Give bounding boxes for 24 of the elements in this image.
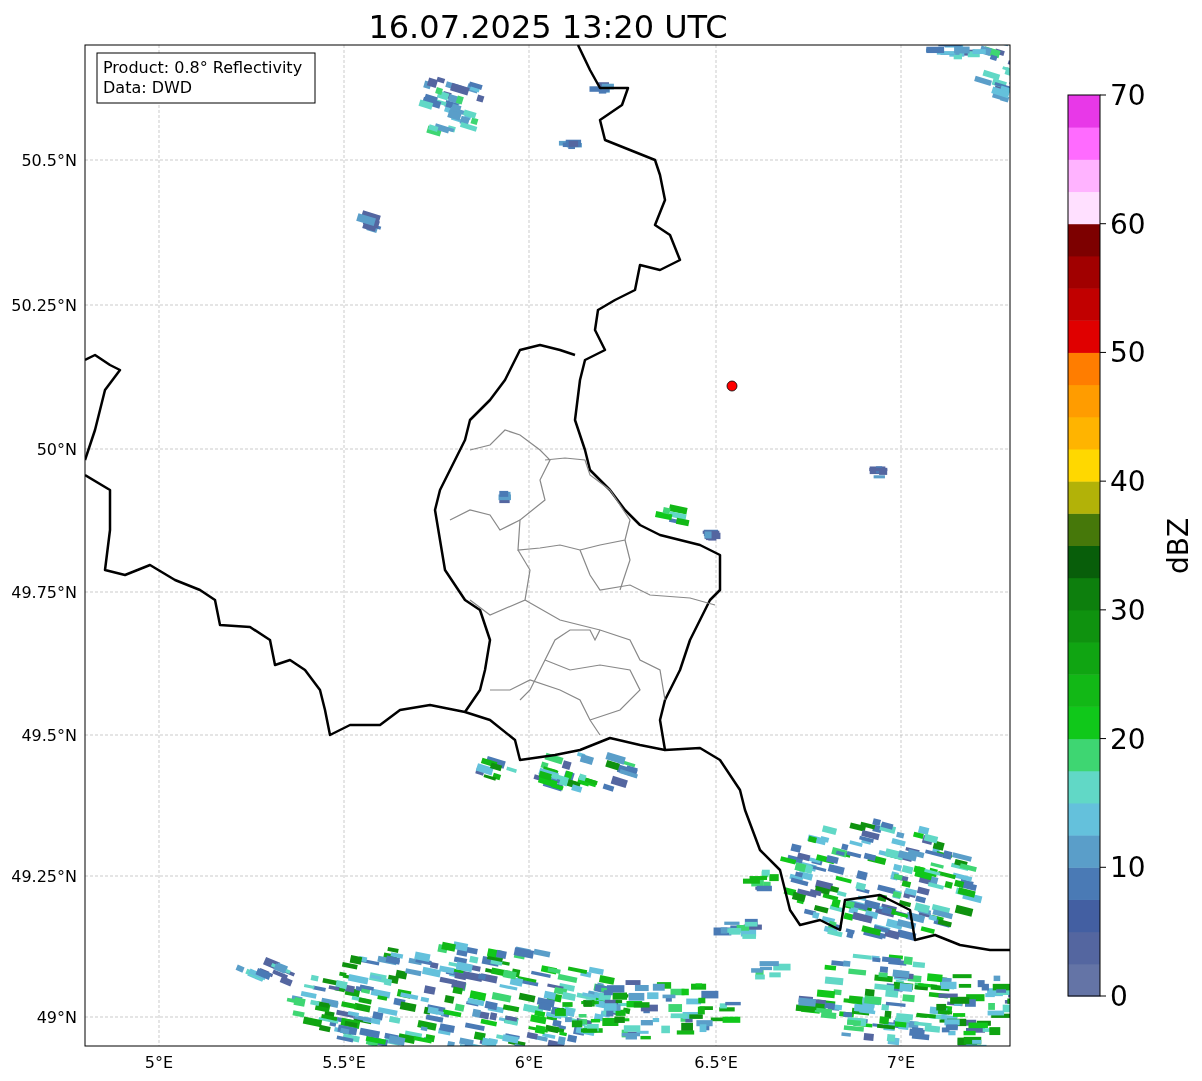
axis-tick-label: 50.25°N: [11, 296, 77, 315]
legend-text: Product: 0.8° Reflectivity: [103, 58, 303, 77]
colorbar-tick-label: 60: [1110, 207, 1146, 241]
colorbar-tick-label: 0: [1110, 980, 1128, 1013]
axis-tick-label: 7°E: [886, 1053, 916, 1072]
axis-tick-label: 49.5°N: [21, 726, 77, 745]
axis-tick-label: 5.5°E: [322, 1053, 366, 1072]
axis-tick-label: 49°N: [36, 1008, 77, 1027]
legend-text: Data: DWD: [103, 78, 193, 97]
axis-tick-label: 49.25°N: [11, 867, 77, 886]
axis-tick-label: 49.75°N: [11, 583, 77, 602]
chart-title: 16.07.2025 13:20 UTC: [368, 8, 728, 46]
axis-tick-label: 6.5°E: [694, 1053, 738, 1072]
colorbar-label: dBZ: [1162, 517, 1195, 575]
axis-tick-label: 50°N: [36, 440, 77, 459]
colorbar-tick-label: 10: [1110, 851, 1146, 885]
axis-tick-label: 5°E: [144, 1053, 174, 1072]
colorbar-tick-label: 40: [1110, 465, 1146, 499]
colorbar-tick-label: 20: [1110, 722, 1146, 756]
axis-tick-label: 50.5°N: [21, 151, 77, 170]
colorbar-tick-label: 70: [1110, 79, 1146, 112]
colorbar-tick-label: 30: [1110, 593, 1146, 627]
colorbar-tick-label: 50: [1110, 336, 1146, 370]
axis-tick-label: 6°E: [514, 1053, 544, 1072]
